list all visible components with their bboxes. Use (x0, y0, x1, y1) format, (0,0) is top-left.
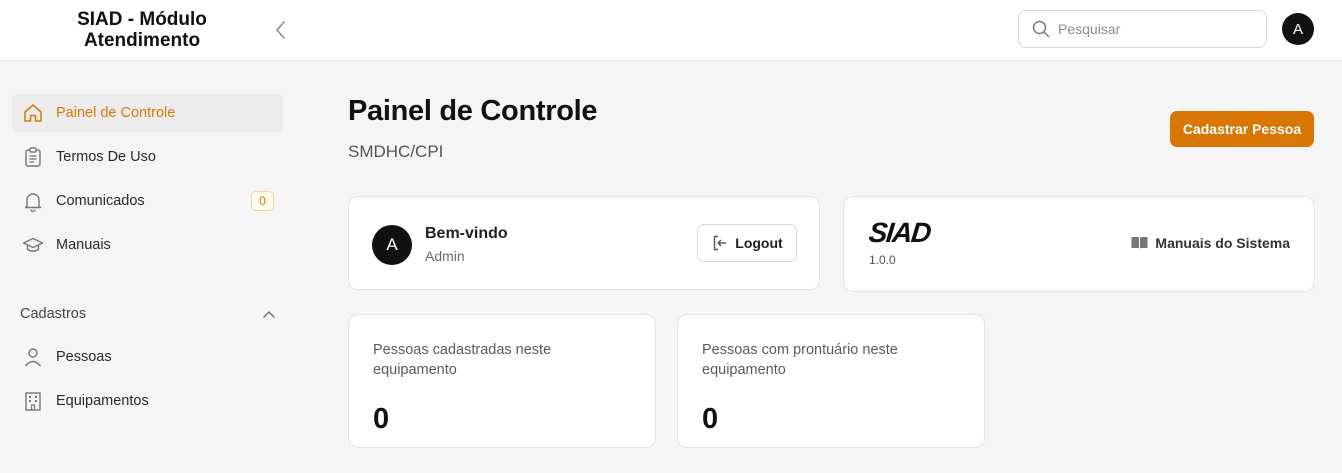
system-version: 1.0.0 (869, 253, 896, 267)
sidebar-item-label: Termos De Uso (56, 149, 156, 165)
stat-card-pessoas-com-prontuario: Pessoas com prontuário neste equipamento… (677, 314, 985, 448)
chevron-up-icon (263, 311, 275, 318)
avatar: A (372, 225, 412, 265)
logout-button[interactable]: Logout (697, 224, 797, 262)
search-box[interactable] (1018, 10, 1267, 48)
logout-label: Logout (735, 235, 783, 251)
sidebar-section-label: Cadastros (20, 306, 87, 322)
chevron-left-icon (276, 21, 285, 39)
user-avatar[interactable]: A (1282, 13, 1314, 45)
sidebar-section-cadastros[interactable]: Cadastros (20, 304, 275, 324)
stat-label: Pessoas cadastradas neste equipamento (373, 342, 552, 378)
sidebar-item-pessoas[interactable]: Pessoas (12, 338, 283, 376)
clipboard-icon (22, 146, 44, 168)
sidebar-item-equipamentos[interactable]: Equipamentos (12, 382, 283, 420)
sidebar-item-label: Painel de Controle (56, 105, 176, 121)
sidebar-item-label: Equipamentos (56, 393, 149, 409)
sidebar-item-painel-de-controle[interactable]: Painel de Controle (12, 94, 283, 132)
sidebar-item-label: Pessoas (56, 349, 112, 365)
page-subtitle: SMDHC/CPI (348, 142, 444, 161)
search-input[interactable] (1058, 21, 1248, 37)
collapse-sidebar-button[interactable] (268, 17, 294, 43)
search-icon (1032, 20, 1050, 38)
sidebar-item-manuais[interactable]: Manuais (12, 226, 283, 264)
page-title: Painel de Controle (348, 95, 598, 127)
welcome-card: A Bem-vindo Admin Logout (348, 196, 820, 290)
home-icon (22, 102, 44, 124)
siad-logo: SIAD (867, 217, 932, 248)
user-icon (22, 346, 44, 368)
logout-icon (714, 235, 727, 251)
cadastrar-pessoa-button[interactable]: Cadastrar Pessoa (1170, 111, 1314, 147)
stat-value: 0 (373, 403, 390, 435)
book-icon (1131, 237, 1148, 249)
sidebar-item-termos-de-uso[interactable]: Termos De Uso (12, 138, 283, 176)
top-bar: SIAD - Módulo Atendimento A (0, 0, 1342, 61)
system-info-card: SIAD 1.0.0 Manuais do Sistema (843, 196, 1315, 292)
stat-value: 0 (702, 403, 719, 435)
welcome-greeting: Bem-vindo (425, 225, 508, 242)
building-icon (22, 390, 44, 412)
manuais-link-label: Manuais do Sistema (1155, 235, 1290, 251)
stat-card-pessoas-cadastradas: Pessoas cadastradas neste equipamento 0 (348, 314, 656, 448)
graduation-cap-icon (22, 234, 44, 256)
notification-count-badge: 0 (251, 191, 274, 211)
bell-icon (22, 190, 44, 212)
manuais-do-sistema-link[interactable]: Manuais do Sistema (1131, 235, 1290, 251)
sidebar-item-label: Manuais (56, 237, 111, 253)
stat-label: Pessoas com prontuário neste equipamento (702, 342, 898, 378)
app-title: SIAD - Módulo Atendimento (64, 9, 220, 51)
app-title-line2: Atendimento (83, 30, 201, 51)
sidebar-item-comunicados[interactable]: Comunicados 0 (12, 182, 283, 220)
sidebar: Painel de Controle Termos De Uso Comunic… (0, 62, 296, 473)
user-role: Admin (425, 248, 465, 264)
sidebar-item-label: Comunicados (56, 193, 145, 209)
app-title-line1: SIAD - Módulo (77, 9, 207, 30)
